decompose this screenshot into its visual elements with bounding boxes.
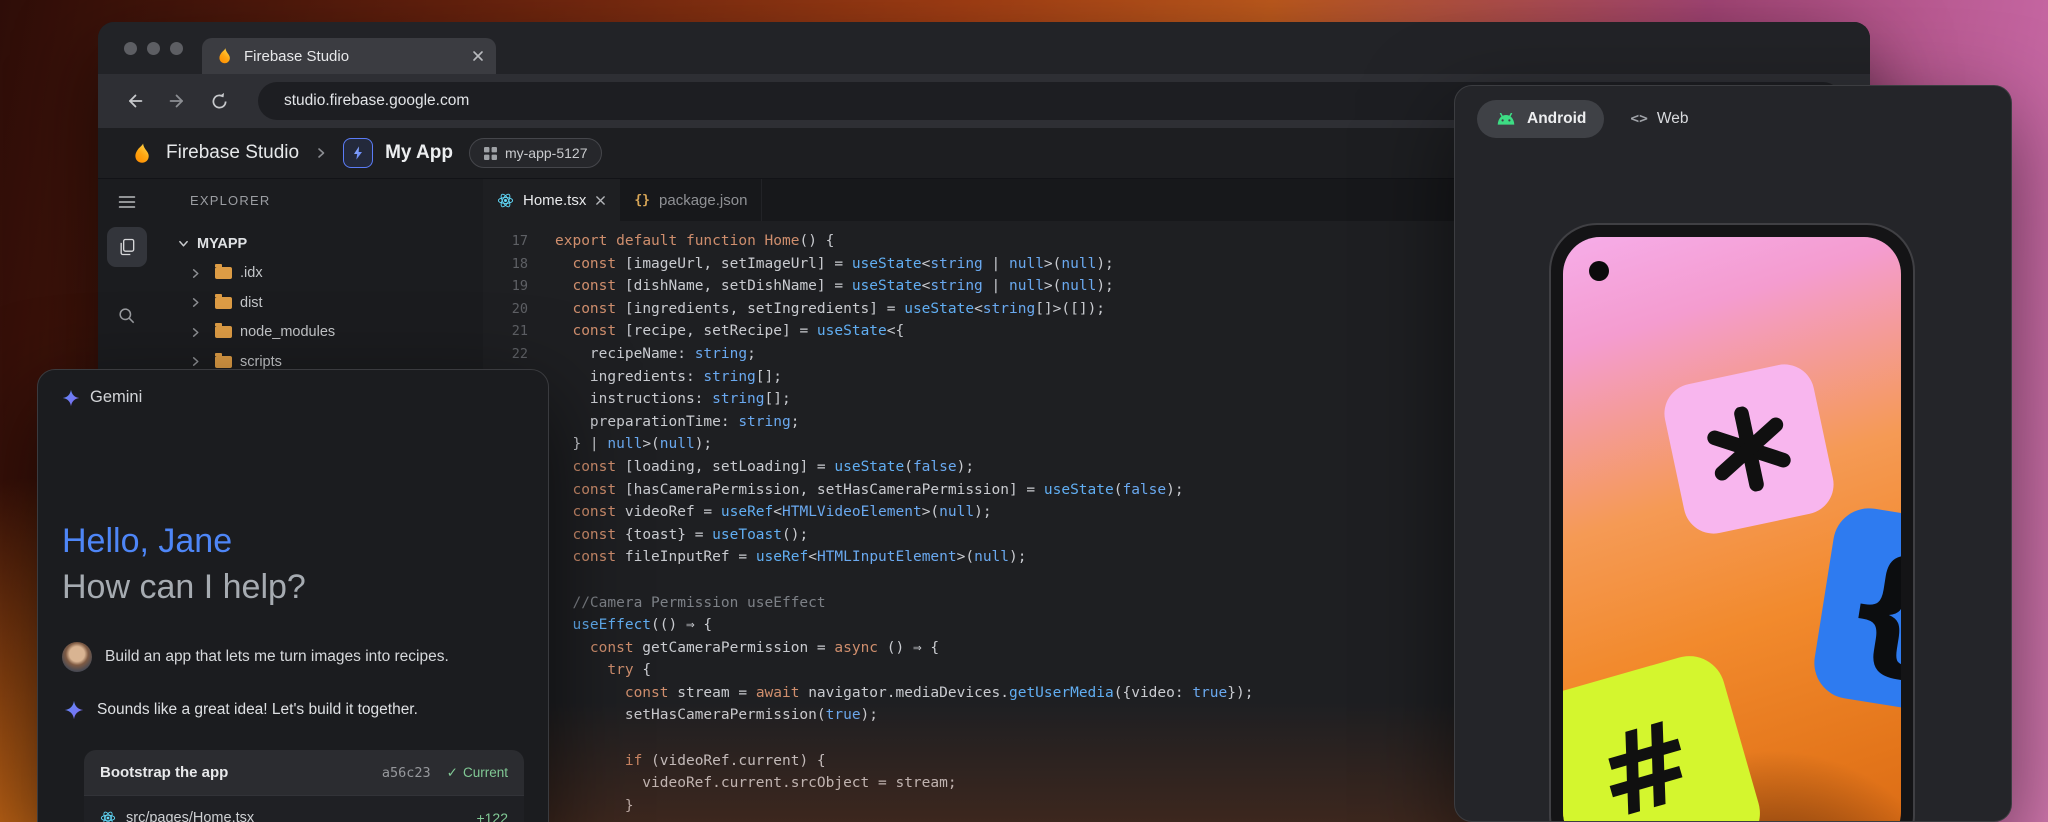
react-icon	[497, 192, 514, 209]
chevron-down-icon	[178, 238, 189, 249]
platform-toggle: Android <> Web	[1477, 100, 1688, 138]
line-number: 20	[483, 298, 528, 321]
user-message-row: Build an app that lets me turn images in…	[62, 642, 449, 672]
android-icon	[1495, 113, 1517, 126]
gemini-spark-icon	[62, 389, 80, 407]
tree-item-label: dist	[240, 295, 263, 311]
android-label: Android	[1527, 110, 1586, 128]
editor-tab-label: Home.tsx	[523, 192, 586, 209]
window-minimize-button[interactable]	[147, 42, 160, 55]
project-id-label: my-app-5127	[505, 145, 588, 161]
project-id-badge[interactable]: my-app-5127	[469, 138, 603, 168]
forward-button[interactable]	[160, 84, 194, 118]
code-brackets-icon: <>	[1630, 111, 1647, 127]
react-icon	[100, 810, 116, 822]
gemini-greeting: Hello, Jane How can I help?	[62, 518, 306, 610]
app-icon	[343, 138, 373, 168]
web-toggle[interactable]: <> Web	[1630, 110, 1688, 128]
status-badge: Current	[463, 765, 508, 780]
tree-item-dist[interactable]: dist	[156, 288, 483, 318]
line-number: 22	[483, 343, 528, 366]
back-button[interactable]	[118, 84, 152, 118]
line-number: 18	[483, 253, 528, 276]
gemini-header: Gemini	[62, 388, 142, 407]
desktop-background: Firebase Studio studio.firebase.google.c…	[0, 0, 2048, 822]
line-number: 21	[483, 320, 528, 343]
assistant-message-row: Sounds like a great idea! Let's build it…	[64, 700, 418, 720]
tree-root-label: MYAPP	[197, 236, 247, 252]
tree-item-label: scripts	[240, 354, 282, 370]
folder-icon	[215, 297, 232, 309]
tree-item-label: node_modules	[240, 324, 335, 340]
bootstrap-task-card: Bootstrap the app a56c23 ✓ Current src/p…	[84, 750, 524, 822]
folder-icon	[215, 267, 232, 279]
file-tree: MYAPP .idx dist node	[156, 229, 483, 377]
editor-tab-package-json[interactable]: {} package.json	[620, 179, 762, 221]
url-text: studio.firebase.google.com	[284, 92, 469, 110]
chevron-right-icon	[190, 356, 201, 367]
tree-root-myapp[interactable]: MYAPP	[156, 229, 483, 259]
greeting-primary: Hello, Jane	[62, 518, 306, 564]
brace-art-glyph: {	[1833, 534, 1901, 682]
tree-item-label: .idx	[240, 265, 263, 281]
tab-close-icon[interactable]	[595, 195, 606, 206]
window-controls	[124, 42, 183, 55]
commit-hash: a56c23	[382, 765, 431, 781]
user-message-text: Build an app that lets me turn images in…	[105, 648, 449, 666]
chevron-right-icon	[190, 297, 201, 308]
gemini-panel: Gemini Hello, Jane How can I help? Build…	[37, 369, 549, 822]
asterisk-icon	[1698, 398, 1800, 500]
browser-tab-title: Firebase Studio	[244, 48, 462, 65]
menu-icon[interactable]	[116, 191, 138, 213]
assistant-message-text: Sounds like a great idea! Let's build it…	[97, 701, 418, 719]
tree-item-idx[interactable]: .idx	[156, 259, 483, 289]
file-change-row[interactable]: src/pages/Home.tsx +122	[84, 795, 524, 822]
editor-tab-label: package.json	[659, 192, 747, 209]
tree-item-node-modules[interactable]: node_modules	[156, 318, 483, 348]
window-maximize-button[interactable]	[170, 42, 183, 55]
chevron-right-icon	[190, 268, 201, 279]
explorer-title: EXPLORER	[190, 193, 270, 208]
greeting-secondary: How can I help?	[62, 564, 306, 610]
project-name: My App	[385, 142, 453, 164]
web-label: Web	[1657, 110, 1689, 128]
gemini-title: Gemini	[90, 388, 142, 407]
camera-punch-hole	[1589, 261, 1609, 281]
search-icon[interactable]	[116, 305, 138, 327]
json-icon: {}	[634, 193, 650, 208]
browser-tab[interactable]: Firebase Studio	[202, 38, 496, 74]
files-icon	[117, 237, 137, 257]
line-number: 17	[483, 230, 528, 253]
breadcrumb-chevron-icon	[315, 147, 327, 159]
user-avatar	[62, 642, 92, 672]
reload-button[interactable]	[202, 84, 236, 118]
firebase-logo-icon	[131, 142, 154, 165]
apps-grid-icon	[484, 147, 497, 160]
phone-mockup: { #	[1549, 223, 1915, 822]
sticker-asterisk	[1659, 359, 1839, 539]
brand-title: Firebase Studio	[166, 142, 299, 164]
phone-screen: { #	[1563, 237, 1901, 822]
browser-titlebar: Firebase Studio	[98, 22, 1870, 74]
tab-close-icon[interactable]	[472, 50, 484, 62]
gemini-spark-icon	[64, 700, 84, 720]
chevron-right-icon	[190, 327, 201, 338]
check-icon: ✓	[447, 765, 458, 781]
window-close-button[interactable]	[124, 42, 137, 55]
preview-panel: Android <> Web	[1454, 85, 2012, 822]
line-number: 19	[483, 275, 528, 298]
folder-icon	[215, 326, 232, 338]
folder-icon	[215, 356, 232, 368]
explorer-activity-button[interactable]	[107, 227, 147, 267]
firebase-favicon-icon	[216, 47, 234, 65]
hash-art-glyph: #	[1585, 703, 1706, 822]
file-path: src/pages/Home.tsx	[126, 810, 466, 822]
task-card-header[interactable]: Bootstrap the app a56c23 ✓ Current	[84, 750, 524, 795]
task-title: Bootstrap the app	[100, 764, 382, 781]
android-toggle[interactable]: Android	[1477, 100, 1604, 138]
editor-tab-home-tsx[interactable]: Home.tsx	[483, 179, 620, 221]
additions-count: +122	[476, 810, 508, 822]
